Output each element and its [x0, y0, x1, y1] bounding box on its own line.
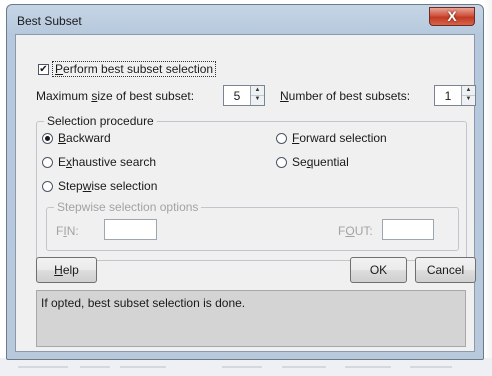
num-subsets-label: Number of best subsets:	[280, 89, 411, 103]
cancel-button[interactable]: Cancel	[415, 257, 476, 283]
close-button[interactable]: X	[429, 7, 475, 26]
fin-label: FIN:	[56, 224, 79, 238]
selection-procedure-legend: Selection procedure	[44, 114, 157, 128]
dialog-title: Best Subset	[17, 14, 82, 28]
check-mark-icon: ✔	[39, 64, 48, 75]
stepwise-selection-radio[interactable]	[42, 181, 53, 192]
stepwise-selection-label[interactable]: Stepwise selection	[58, 179, 157, 193]
spin-down-icon[interactable]: ▼	[462, 95, 475, 104]
close-icon: X	[447, 8, 457, 24]
fin-input[interactable]	[104, 219, 157, 240]
dialog-client-area: ✔ Perform best subset selection Maximum …	[15, 34, 476, 352]
perform-label[interactable]: Perform best subset selection	[52, 61, 217, 77]
stepwise-options-legend: Stepwise selection options	[54, 200, 202, 214]
fout-input[interactable]	[382, 219, 434, 240]
status-text: If opted, best subset selection is done.	[41, 296, 246, 310]
ok-button[interactable]: OK	[350, 257, 407, 283]
max-size-label: Maximum size of best subset:	[36, 89, 195, 103]
help-button[interactable]: Help	[36, 257, 97, 283]
num-subsets-spinner[interactable]: 1 ▲ ▼	[434, 85, 476, 106]
best-subset-dialog: Best Subset X ✔ Perform best subset sele…	[6, 4, 484, 360]
spin-down-icon[interactable]: ▼	[251, 95, 264, 104]
sequential-radio[interactable]	[276, 157, 287, 168]
backward-radio[interactable]	[42, 133, 53, 144]
status-help-area: If opted, best subset selection is done.	[36, 290, 466, 347]
perform-checkbox[interactable]: ✔	[38, 64, 49, 75]
max-size-value[interactable]: 5	[224, 89, 250, 103]
forward-selection-radio[interactable]	[276, 133, 287, 144]
scan-edge-bottom	[0, 358, 492, 376]
fout-label: FOUT:	[338, 224, 373, 238]
backward-label[interactable]: Backward	[58, 131, 111, 145]
forward-selection-label[interactable]: Forward selection	[292, 131, 387, 145]
scan-edge-right	[484, 0, 492, 376]
exhaustive-search-label[interactable]: Exhaustive search	[58, 155, 156, 169]
num-subsets-value[interactable]: 1	[435, 89, 461, 103]
sequential-label[interactable]: Sequential	[292, 155, 349, 169]
exhaustive-search-radio[interactable]	[42, 157, 53, 168]
max-size-spinner[interactable]: 5 ▲ ▼	[223, 85, 265, 106]
